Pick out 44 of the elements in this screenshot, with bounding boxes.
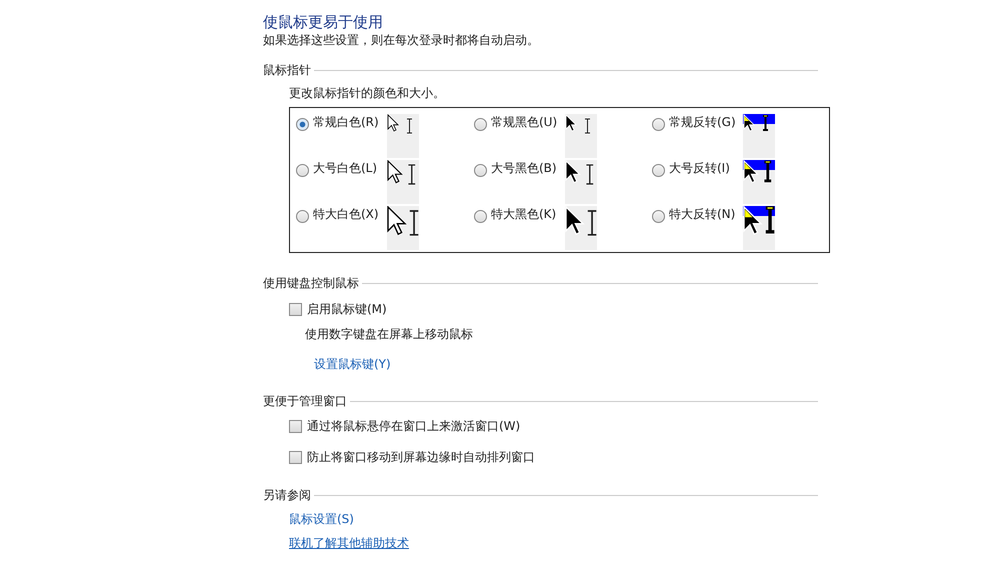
pointer-preview-drawing [565, 206, 597, 250]
radio-label[interactable]: 特大反转(N) [669, 206, 743, 222]
radio-button[interactable] [296, 118, 309, 131]
radio-button[interactable] [296, 210, 309, 223]
section-heading: 使用键盘控制鼠标 [263, 275, 359, 291]
checkbox[interactable] [289, 450, 302, 464]
radio-label[interactable]: 大号白色(L) [313, 160, 387, 176]
pointer-preview-drawing [743, 160, 775, 204]
radio-button[interactable] [474, 210, 487, 223]
checkbox-label[interactable]: 防止将窗口移动到屏幕边缘时自动排列窗口 [307, 449, 535, 465]
help-link[interactable]: 联机了解其他辅助技术 [289, 535, 409, 551]
radio-label[interactable]: 大号反转(I) [669, 160, 743, 176]
radio-button[interactable] [296, 164, 309, 177]
radio-label[interactable]: 特大黑色(K) [491, 206, 565, 222]
help-link[interactable]: 鼠标设置(S) [289, 511, 354, 527]
pointer-preview-drawing [387, 114, 419, 158]
pointer-preview-drawing [743, 206, 775, 250]
radio-label[interactable]: 常规白色(R) [313, 114, 387, 130]
checkbox-label[interactable]: 启用鼠标键(M) [307, 301, 387, 317]
pointer-preview-drawing [387, 206, 419, 250]
radio-button[interactable] [474, 118, 487, 131]
option-description: 使用数字键盘在屏幕上移动鼠标 [305, 326, 474, 342]
pointer-preview-drawing [565, 114, 597, 158]
section-description: 更改鼠标指针的颜色和大小。 [289, 85, 446, 101]
checkbox[interactable] [289, 420, 302, 432]
radio-button[interactable] [652, 210, 665, 223]
radio-button[interactable] [652, 118, 665, 131]
pointer-preview-drawing [743, 114, 775, 158]
section-heading: 另请参阅 [263, 487, 311, 503]
checkbox-label[interactable]: 通过将鼠标悬停在窗口上来激活窗口(W) [307, 418, 520, 434]
radio-label[interactable]: 常规黑色(U) [491, 114, 565, 130]
pointer-preview-drawing [387, 160, 419, 204]
page-title: 使鼠标更易于使用 [263, 12, 384, 32]
settings-link[interactable]: 设置鼠标键(Y) [314, 356, 391, 372]
radio-label[interactable]: 常规反转(G) [669, 114, 743, 130]
page-subtitle: 如果选择这些设置，则在每次登录时都将自动启动。 [263, 32, 540, 48]
radio-label[interactable]: 特大白色(X) [313, 206, 387, 222]
radio-label[interactable]: 大号黑色(B) [491, 160, 565, 176]
radio-button[interactable] [652, 164, 665, 177]
section-heading: 鼠标指针 [263, 62, 311, 78]
checkbox[interactable] [289, 302, 302, 316]
section-heading: 更便于管理窗口 [263, 393, 347, 409]
radio-button[interactable] [474, 164, 487, 177]
pointer-preview-drawing [565, 160, 597, 204]
